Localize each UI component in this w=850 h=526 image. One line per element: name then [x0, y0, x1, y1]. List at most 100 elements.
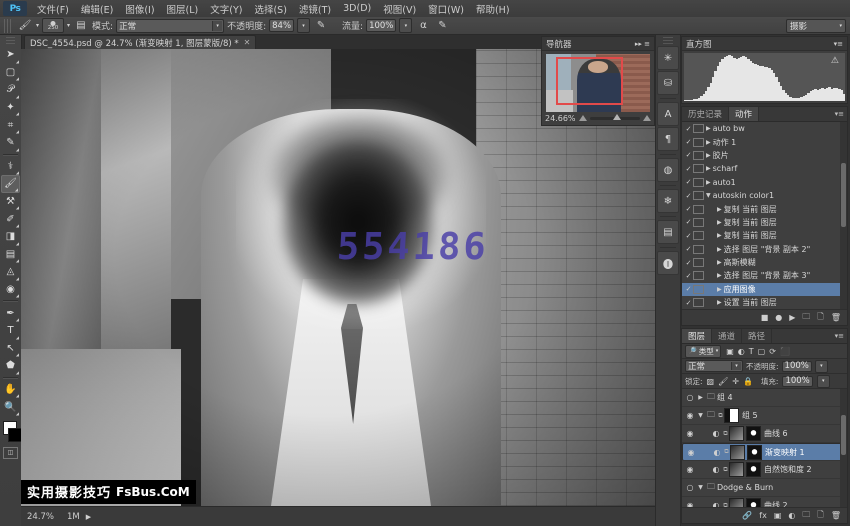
- action-enabled-check[interactable]: ✓: [684, 192, 693, 200]
- action-dialog-toggle[interactable]: [693, 271, 704, 280]
- menu-item-0[interactable]: 文件(F): [31, 0, 75, 18]
- histogram-panel-menu-icon[interactable]: ▾≡: [834, 40, 843, 48]
- layer-visibility-icon[interactable]: ◉: [685, 448, 697, 457]
- action-dialog-toggle[interactable]: [693, 245, 704, 254]
- action-row[interactable]: ✓▶auto bw: [682, 122, 847, 135]
- action-enabled-check[interactable]: ✓: [684, 178, 693, 186]
- opacity-pressure-icon[interactable]: ✎: [313, 19, 329, 33]
- delete-action-icon[interactable]: 🗑: [831, 313, 841, 322]
- options-bar-grip[interactable]: [4, 19, 11, 33]
- layer-fill-input[interactable]: 100%: [782, 376, 812, 387]
- layers-scrollbar[interactable]: [840, 389, 847, 507]
- action-expand-icon[interactable]: ▶: [706, 152, 711, 159]
- shape-tool[interactable]: ⬟◢: [1, 357, 20, 375]
- layer-mask-icon[interactable]: ▣: [774, 511, 782, 520]
- action-row[interactable]: ✓▶高斯模糊: [682, 256, 847, 269]
- action-expand-icon[interactable]: ▶: [717, 219, 722, 226]
- layer-fill-stepper[interactable]: ▾: [817, 375, 830, 388]
- layer-row[interactable]: ◉◐⧉曲线 6: [682, 425, 847, 443]
- menu-item-8[interactable]: 视图(V): [377, 0, 422, 18]
- gradient-tool[interactable]: ▤◢: [1, 246, 20, 264]
- healing-brush-tool[interactable]: ⚕◢: [1, 158, 20, 176]
- navigator-view-rect[interactable]: [556, 57, 623, 105]
- action-row[interactable]: ✓▶复制 当前 图层: [682, 202, 847, 215]
- layer-visibility-icon[interactable]: ○: [684, 393, 696, 402]
- history-brush-tool[interactable]: ✐◢: [1, 210, 20, 228]
- action-dialog-toggle[interactable]: [693, 205, 704, 214]
- dodge-tool[interactable]: ◉◢: [1, 281, 20, 299]
- action-row[interactable]: ✓▶应用图像: [682, 283, 847, 296]
- zoom-in-icon[interactable]: [643, 115, 651, 121]
- tools-panel-grip[interactable]: [6, 36, 15, 44]
- layer-mask-thumbnail[interactable]: [747, 445, 762, 460]
- flow-input[interactable]: 100%: [366, 19, 396, 32]
- filter-adjustment-icon[interactable]: ◐: [738, 347, 745, 356]
- layer-expand-icon[interactable]: ▼: [696, 412, 705, 419]
- brush-tool-icon[interactable]: 🖌: [17, 19, 33, 33]
- actions-panel-menu-icon[interactable]: ▾≡: [835, 110, 844, 118]
- blend-mode-select[interactable]: 正常 ▾: [116, 19, 224, 33]
- layers-list[interactable]: ○▶🗀组 4◉▼🗀⧉组 5◉◐⧉曲线 6◉◐⧉渐变映射 1◉◐⧉自然饱和度 2○…: [682, 389, 847, 507]
- layer-row[interactable]: ○▼🗀Dodge & Burn: [682, 479, 847, 497]
- action-dialog-toggle[interactable]: [693, 285, 704, 294]
- layer-filter-type-select[interactable]: 🔎 类型 ▾: [685, 345, 721, 358]
- layer-expand-icon[interactable]: ▼: [696, 484, 705, 491]
- navigator-zoom-value[interactable]: 24.66%: [545, 114, 576, 123]
- action-dialog-toggle[interactable]: [693, 298, 704, 307]
- layer-expand-icon[interactable]: ▶: [696, 394, 705, 401]
- new-layer-icon[interactable]: 🗋: [817, 509, 823, 523]
- action-row[interactable]: ✓▶选择 图层 "背景 副本 2": [682, 243, 847, 256]
- magic-wand-tool[interactable]: ✦◢: [1, 99, 20, 117]
- action-enabled-check[interactable]: ✓: [684, 125, 693, 133]
- action-row[interactable]: ✓▶复制 当前 图层: [682, 216, 847, 229]
- crop-tool[interactable]: ⌗◢: [1, 116, 20, 134]
- layer-row[interactable]: ○▶🗀组 4: [682, 389, 847, 407]
- action-row[interactable]: ✓▼autoskin color1: [682, 189, 847, 202]
- color-swatches[interactable]: [0, 419, 21, 445]
- zoom-tool[interactable]: 🔍◢: [1, 398, 20, 416]
- action-row[interactable]: ✓▶选择 图层 "背景 副本 3": [682, 269, 847, 282]
- airbrush-icon[interactable]: α: [415, 19, 431, 33]
- action-row[interactable]: ✓▶复制 当前 图层: [682, 229, 847, 242]
- character-icon[interactable]: A: [657, 102, 679, 126]
- action-row[interactable]: ✓▶scharf: [682, 162, 847, 175]
- action-expand-icon[interactable]: ▶: [717, 232, 722, 239]
- lock-all-icon[interactable]: 🔒: [743, 377, 753, 386]
- menu-item-3[interactable]: 图层(L): [161, 0, 205, 18]
- layer-opacity-stepper[interactable]: ▾: [815, 360, 828, 373]
- eyedropper-tool[interactable]: ✎◢: [1, 134, 20, 152]
- action-expand-icon[interactable]: ▶: [717, 259, 722, 266]
- action-expand-icon[interactable]: ▶: [717, 286, 722, 293]
- action-enabled-check[interactable]: ✓: [684, 151, 693, 159]
- action-dialog-toggle[interactable]: [693, 191, 704, 200]
- action-enabled-check[interactable]: ✓: [684, 272, 693, 280]
- path-selection-tool[interactable]: ↖◢: [1, 340, 20, 358]
- layer-visibility-icon[interactable]: ◉: [684, 501, 696, 507]
- navigator-zoom-slider[interactable]: [590, 117, 640, 120]
- action-dialog-toggle[interactable]: [693, 258, 704, 267]
- action-enabled-check[interactable]: ✓: [684, 232, 693, 240]
- actions-tab-0[interactable]: 历史记录: [682, 107, 729, 121]
- brush-presets-icon[interactable]: ❄: [657, 189, 679, 213]
- layer-row[interactable]: ◉◐⧉渐变映射 1: [682, 443, 847, 461]
- status-expand-icon[interactable]: ▶: [86, 513, 91, 521]
- layer-mask-thumbnail[interactable]: [746, 462, 761, 477]
- filter-pixel-icon[interactable]: ▣: [726, 347, 734, 356]
- filter-toggle-icon[interactable]: ⬛: [780, 347, 790, 356]
- filter-shape-icon[interactable]: ▢: [758, 347, 766, 356]
- lock-position-icon[interactable]: ✛: [732, 377, 739, 386]
- navigator-panel-menu-icon[interactable]: ▸▸ ≡: [635, 40, 650, 48]
- delete-layer-icon[interactable]: 🗑: [831, 511, 841, 520]
- menu-item-4[interactable]: 文字(Y): [204, 0, 248, 18]
- lock-image-icon[interactable]: 🖌: [718, 377, 728, 386]
- layer-blend-mode-select[interactable]: 正常 ▾: [685, 360, 743, 372]
- properties-icon[interactable]: ▤: [657, 220, 679, 244]
- layer-style-icon[interactable]: fx: [759, 511, 767, 520]
- layer-thumbnail[interactable]: [729, 498, 744, 507]
- clone-stamp-tool[interactable]: ⚒◢: [1, 193, 20, 211]
- paragraph-icon[interactable]: ¶: [657, 127, 679, 151]
- pen-tool[interactable]: ✒◢: [1, 304, 20, 322]
- play-action-icon[interactable]: ▶: [789, 313, 795, 322]
- filter-smart-icon[interactable]: ⟳: [769, 347, 776, 356]
- action-dialog-toggle[interactable]: [693, 151, 704, 160]
